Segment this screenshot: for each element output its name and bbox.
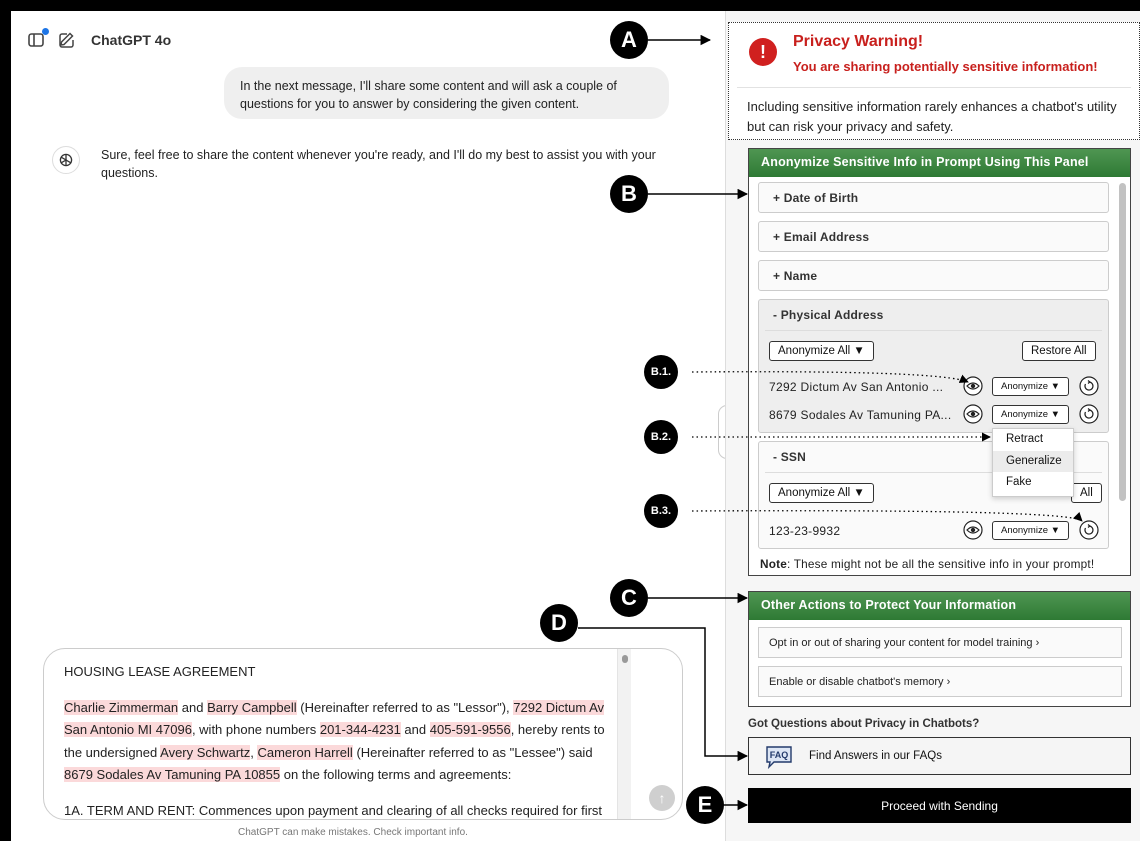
notification-dot [42,28,49,35]
faq-question: Got Questions about Privacy in Chatbots? [748,718,980,730]
eye-icon[interactable] [963,520,983,540]
privacy-warning: ! Privacy Warning! You are sharing poten… [728,22,1140,140]
warning-title: Privacy Warning! [793,33,924,50]
note-text: : These might not be all the sensitive i… [787,557,1095,571]
address-item: 8679 Sodales Av Tamuning PA... [769,408,952,422]
highlighted-name: Cameron Harrell [257,744,353,760]
prompt-text-fragment: (Hereinafter referred to as "Lessee") sa… [352,744,593,760]
new-chat-icon[interactable] [57,30,77,50]
sidebar-toggle-icon[interactable] [27,28,49,50]
accordion-email-address[interactable]: + Email Address [758,221,1109,252]
chatbot-memory-link[interactable]: Enable or disable chatbot's memory › [758,666,1122,697]
other-actions-panel: Other Actions to Protect Your Informatio… [748,591,1131,707]
address-item: 7292 Dictum Av San Antonio ... [769,380,944,394]
anonymize-all-button[interactable]: Anonymize All ▼ [769,483,874,503]
accordion-date-of-birth[interactable]: + Date of Birth [758,182,1109,213]
anonymize-dropdown-button[interactable]: Anonymize ▼ [992,521,1070,540]
scroll-thumb[interactable] [622,655,628,663]
note-label: Note [760,557,788,571]
eye-icon[interactable] [963,376,983,396]
highlighted-phone: 201-344-4231 [319,722,401,737]
model-selector[interactable]: ChatGPT 4o [91,32,171,48]
restore-all-button[interactable]: All [1071,483,1102,503]
assistant-reply: Sure, feel free to share the content whe… [101,148,656,180]
panel-note: Note: These might not be all the sensiti… [760,557,1094,571]
faq-icon-text: FAQ [770,750,789,760]
annotation-badge-e: E [686,786,724,824]
annotation-badge-b2: B.2. [644,420,678,454]
faq-button[interactable]: FAQ Find Answers in our FAQs [748,737,1131,775]
annotation-badge-a: A [610,21,648,59]
anonymize-panel: Anonymize Sensitive Info in Prompt Using… [748,148,1131,576]
annotation-badge-d: D [540,604,578,642]
prompt-heading: HOUSING LEASE AGREEMENT [64,664,256,679]
disclaimer: ChatGPT can make mistakes. Check importa… [238,827,468,838]
proceed-with-sending-button[interactable]: Proceed with Sending [748,788,1131,823]
accordion-title[interactable]: - Physical Address [765,300,1102,331]
prompt-last-line: 1A. TERM AND RENT: Commences upon paymen… [64,802,603,818]
annotation-badge-b: B [610,175,648,213]
other-actions-header: Other Actions to Protect Your Informatio… [749,592,1130,620]
restore-icon[interactable] [1079,520,1099,540]
send-button[interactable]: ↑ [649,785,675,811]
annotation-badge-b3: B.3. [644,494,678,528]
prompt-text-fragment: on the following terms and agreements: [280,767,512,782]
highlighted-name: Avery Schwartz [160,744,251,760]
restore-icon[interactable] [1079,376,1099,396]
divider [737,87,1131,88]
anonymize-dropdown-button[interactable]: Anonymize ▼ [992,377,1070,396]
panel-scrollbar[interactable] [1119,183,1126,501]
ssn-item: 123-23-9932 [769,524,841,538]
prompt-paragraph: Charlie Zimmerman and Barry Campbell (He… [64,697,609,787]
model-training-link[interactable]: Opt in or out of sharing your content fo… [758,627,1122,658]
restore-icon[interactable] [1079,404,1099,424]
warning-subtitle: You are sharing potentially sensitive in… [793,59,1098,74]
anonymize-panel-header: Anonymize Sensitive Info in Prompt Using… [749,149,1130,177]
menu-item-retract[interactable]: Retract [993,429,1073,451]
prompt-text-fragment: and [400,722,430,737]
menu-item-fake[interactable]: Fake [993,472,1073,494]
openai-logo-icon [52,146,80,174]
eye-icon[interactable] [963,404,983,424]
highlighted-address: 8679 Sodales Av Tamuning PA 10855 [64,767,281,782]
faq-button-label: Find Answers in our FAQs [809,750,942,762]
prompt-text-fragment: (Hereinafter referred to as "Lessor"), [296,699,514,715]
accordion-physical-address: - Physical Address Anonymize All ▼ Resto… [758,299,1109,433]
accordion-name[interactable]: + Name [758,260,1109,291]
prompt-text-fragment: and [178,699,208,715]
restore-all-button[interactable]: Restore All [1022,341,1096,361]
prompt-text-fragment: , with phone numbers [191,722,320,737]
menu-item-generalize[interactable]: Generalize [993,450,1073,472]
prompt-scrollbar[interactable] [617,649,631,819]
prompt-input[interactable]: HOUSING LEASE AGREEMENT Charlie Zimmerma… [43,648,683,820]
faq-chat-icon: FAQ [766,746,792,770]
highlighted-name: Charlie Zimmerman [64,699,179,715]
anonymize-all-button[interactable]: Anonymize All ▼ [769,341,874,361]
anonymize-options-menu: Retract Generalize Fake [992,428,1074,497]
highlighted-name: Barry Campbell [207,699,297,715]
annotation-badge-b1: B.1. [644,355,678,389]
warning-icon: ! [749,38,777,66]
prompt-text[interactable]: HOUSING LEASE AGREEMENT Charlie Zimmerma… [64,661,609,819]
highlighted-phone: 405-591-9556 [429,722,511,737]
user-message-bubble: In the next message, I'll share some con… [224,67,669,119]
annotation-badge-c: C [610,579,648,617]
chat-topbar: ChatGPT 4o [27,28,171,50]
warning-body: Including sensitive information rarely e… [747,99,1117,134]
anonymize-dropdown-button[interactable]: Anonymize ▼ [992,405,1070,424]
